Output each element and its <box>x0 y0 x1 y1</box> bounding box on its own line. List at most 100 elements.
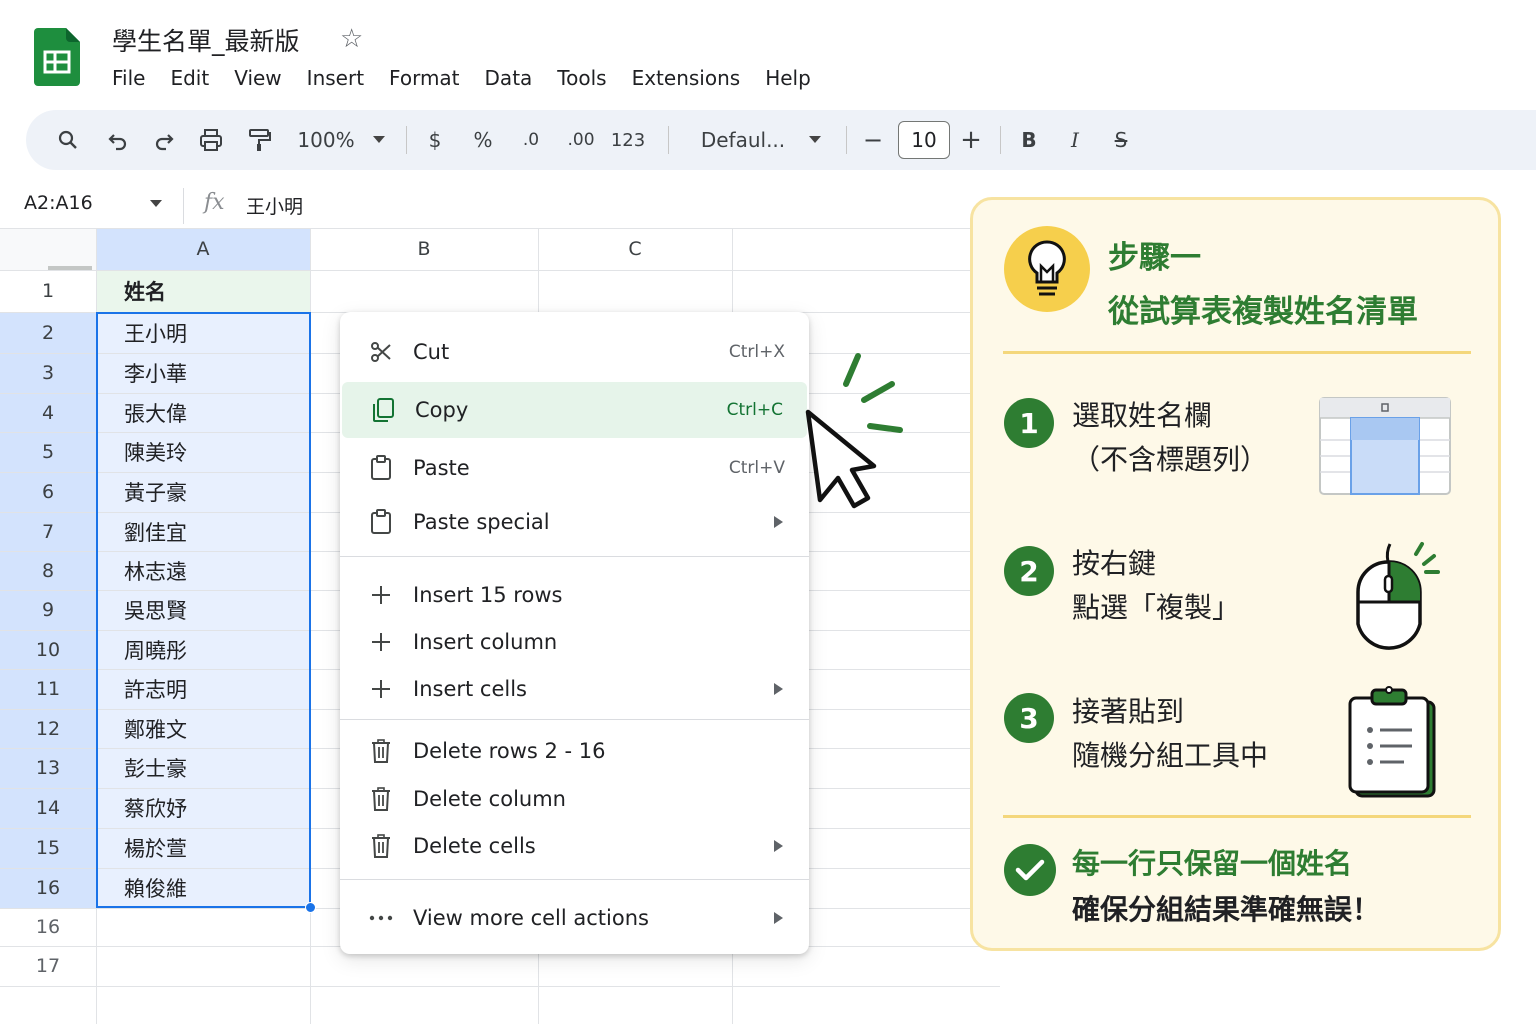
clipboard-list-icon <box>1348 686 1436 798</box>
menu-divider <box>340 879 809 880</box>
menu-item-shortcut: Ctrl+V <box>728 458 785 478</box>
lightbulb-icon <box>1004 226 1090 312</box>
search-icon[interactable] <box>54 110 82 170</box>
plus-icon <box>368 582 394 608</box>
row-number[interactable]: 15 <box>0 828 96 868</box>
row-number[interactable]: 17 <box>0 946 96 986</box>
redo-icon[interactable] <box>150 110 178 170</box>
fx-icon: fx <box>204 190 225 215</box>
menu-item-shortcut: Ctrl+C <box>726 400 783 420</box>
zoom-dropdown-icon[interactable] <box>370 110 388 170</box>
menu-item-label: Insert column <box>413 630 558 654</box>
row-number[interactable]: 3 <box>0 353 96 393</box>
note-line-2: 確保分組結果準確無誤！ <box>1072 893 1381 926</box>
menu-data[interactable]: Data <box>485 66 533 90</box>
menu-extensions[interactable]: Extensions <box>632 66 741 90</box>
percent-format-button[interactable]: % <box>472 110 494 170</box>
menu-item-paste-special[interactable]: Paste special <box>340 496 809 548</box>
menu-item-delete-cells[interactable]: Delete cells <box>340 823 809 869</box>
italic-button[interactable]: I <box>1064 110 1086 170</box>
menu-item-copy[interactable]: Copy Ctrl+C <box>342 382 807 438</box>
row-number[interactable]: 5 <box>0 432 96 472</box>
bold-button[interactable]: B <box>1018 110 1040 170</box>
menu-item-cut[interactable]: Cut Ctrl+X <box>340 322 809 382</box>
row-number[interactable]: 16 <box>0 908 96 946</box>
menu-item-insert-cells[interactable]: Insert cells <box>340 666 809 712</box>
trash-icon <box>368 738 394 764</box>
step-2-line2: 點選「複製」 <box>1072 591 1241 624</box>
select-all-corner[interactable] <box>0 228 96 270</box>
fill-handle[interactable] <box>305 902 316 913</box>
row-number[interactable]: 12 <box>0 709 96 748</box>
row-number[interactable]: 2 <box>0 312 96 353</box>
menu-help[interactable]: Help <box>765 66 811 90</box>
menu-item-label: Delete rows 2 - 16 <box>413 739 606 763</box>
name-box-dropdown-icon[interactable] <box>150 200 162 207</box>
row-number[interactable]: 11 <box>0 669 96 709</box>
currency-format-button[interactable]: $ <box>424 110 446 170</box>
plus-icon <box>368 629 394 655</box>
scissors-icon <box>368 339 394 365</box>
increase-font-size-button[interactable]: + <box>960 110 982 170</box>
row-number[interactable]: 4 <box>0 393 96 432</box>
plus-icon <box>368 676 394 702</box>
column-header-b[interactable]: B <box>310 228 538 270</box>
decrease-decimal-button[interactable]: .0 <box>516 110 546 170</box>
menu-format[interactable]: Format <box>389 66 459 90</box>
step-number-2: 2 <box>1004 546 1054 596</box>
step-1-line1: 選取姓名欄 <box>1072 399 1213 432</box>
font-size-input[interactable]: 10 <box>898 121 950 159</box>
menu-item-delete-rows[interactable]: Delete rows 2 - 16 <box>340 728 809 774</box>
decrease-font-size-button[interactable]: − <box>862 110 884 170</box>
formula-input[interactable]: 王小明 <box>246 192 303 219</box>
submenu-arrow-icon <box>774 840 783 852</box>
row-number[interactable]: 16 <box>0 868 96 908</box>
menu-item-label: Paste <box>413 456 470 480</box>
trash-icon <box>368 833 394 859</box>
row-number[interactable]: 10 <box>0 630 96 669</box>
spreadsheet-column-icon <box>1319 397 1451 495</box>
note-line-1: 每一行只保留一個姓名 <box>1072 847 1353 880</box>
zoom-select[interactable]: 100% <box>294 110 358 170</box>
row-number[interactable]: 9 <box>0 590 96 630</box>
menu-item-shortcut: Ctrl+X <box>728 342 785 362</box>
row-number[interactable]: 14 <box>0 788 96 828</box>
document-title[interactable]: 學生名單_最新版 <box>112 22 300 58</box>
step-3-line2: 隨機分組工具中 <box>1072 739 1269 772</box>
header-cell[interactable]: 姓名 <box>96 270 310 312</box>
strikethrough-button[interactable]: S <box>1110 110 1132 170</box>
selection-border <box>96 312 311 908</box>
sheets-logo-icon[interactable] <box>34 28 80 86</box>
menu-file[interactable]: File <box>112 66 145 90</box>
clipboard-icon <box>368 455 394 481</box>
menu-tools[interactable]: Tools <box>557 66 606 90</box>
paint-format-icon[interactable] <box>244 110 274 170</box>
column-header-c[interactable]: C <box>538 228 732 270</box>
menu-item-paste[interactable]: Paste Ctrl+V <box>340 440 809 496</box>
menu-item-delete-column[interactable]: Delete column <box>340 776 809 822</box>
menu-item-more-actions[interactable]: View more cell actions <box>340 894 809 942</box>
row-number[interactable]: 13 <box>0 748 96 788</box>
number-format-button[interactable]: 123 <box>610 110 646 170</box>
menu-item-insert-rows[interactable]: Insert 15 rows <box>340 572 809 618</box>
menu-insert[interactable]: Insert <box>307 66 364 90</box>
menu-item-insert-column[interactable]: Insert column <box>340 619 809 665</box>
menu-edit[interactable]: Edit <box>170 66 209 90</box>
column-header-a[interactable]: A <box>96 228 310 270</box>
increase-decimal-button[interactable]: .00 <box>562 110 600 170</box>
star-icon[interactable]: ☆ <box>340 24 363 54</box>
font-select[interactable]: Defaul... <box>698 110 788 170</box>
step-3-text: 接著貼到 隨機分組工具中 <box>1072 690 1268 778</box>
row-number[interactable]: 1 <box>0 270 96 312</box>
row-number[interactable]: 6 <box>0 472 96 512</box>
submenu-arrow-icon <box>774 912 783 924</box>
menu-view[interactable]: View <box>234 66 281 90</box>
name-box[interactable]: A2:A16 <box>24 192 93 214</box>
undo-icon[interactable] <box>104 110 132 170</box>
row-number[interactable]: 7 <box>0 512 96 551</box>
clipboard-icon <box>368 509 394 535</box>
menu-item-label: Copy <box>415 398 469 422</box>
row-number[interactable]: 8 <box>0 551 96 590</box>
print-icon[interactable] <box>196 110 226 170</box>
font-dropdown-icon[interactable] <box>806 110 824 170</box>
